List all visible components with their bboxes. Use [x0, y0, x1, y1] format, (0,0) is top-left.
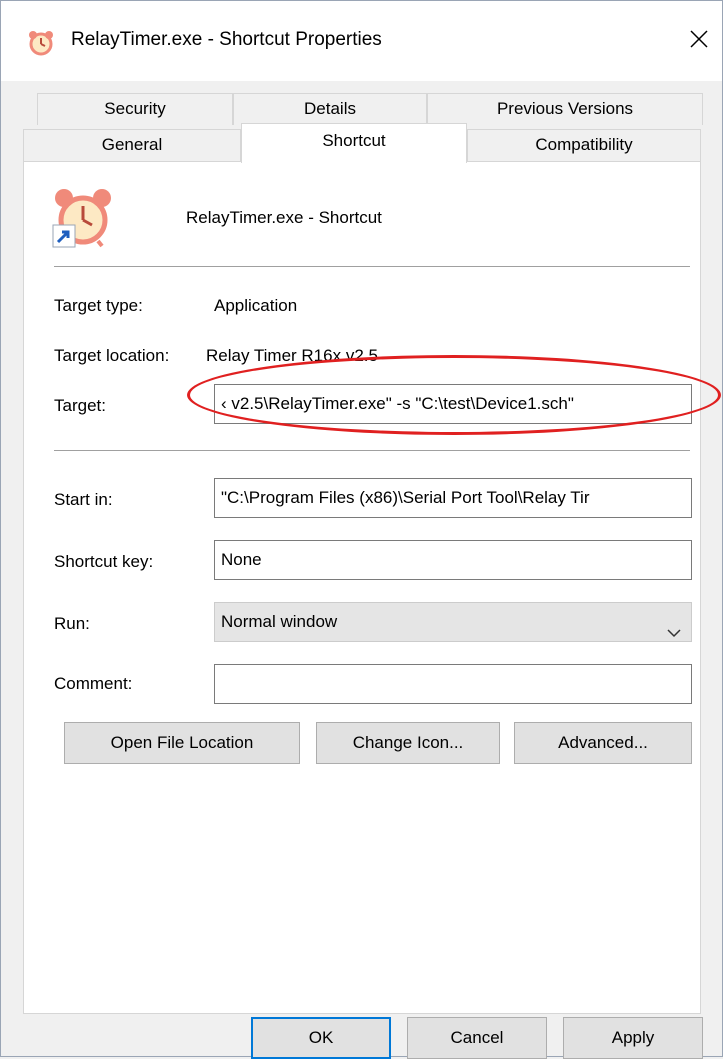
- cancel-button[interactable]: Cancel: [407, 1017, 547, 1059]
- separator: [54, 266, 690, 267]
- close-button[interactable]: [681, 23, 717, 59]
- run-select[interactable]: Normal window: [214, 602, 692, 642]
- shortcut-key-input[interactable]: None: [214, 540, 692, 580]
- run-select-value: Normal window: [221, 612, 338, 631]
- advanced-button[interactable]: Advanced...: [514, 722, 692, 764]
- comment-input[interactable]: [214, 664, 692, 704]
- chevron-down-icon: [667, 616, 681, 638]
- run-label: Run:: [54, 614, 90, 633]
- comment-label: Comment:: [54, 674, 133, 693]
- target-input[interactable]: ‹ v2.5\RelayTimer.exe" -s "C:\test\Devic…: [214, 384, 692, 424]
- tab-security[interactable]: Security: [37, 93, 233, 125]
- tab-shortcut[interactable]: Shortcut: [241, 123, 467, 163]
- tab-general[interactable]: General: [23, 129, 241, 161]
- target-type-value: Application: [214, 296, 298, 315]
- close-icon: [689, 29, 709, 54]
- tab-compatibility[interactable]: Compatibility: [467, 129, 701, 161]
- ok-button[interactable]: OK: [251, 1017, 391, 1059]
- shortcut-name: RelayTimer.exe - Shortcut: [186, 208, 382, 227]
- open-file-location-button[interactable]: Open File Location: [64, 722, 300, 764]
- target-type-label: Target type:: [54, 296, 143, 315]
- shortcut-tab-panel: RelayTimer.exe - Shortcut Target type: A…: [23, 161, 701, 1014]
- start-in-label: Start in:: [54, 490, 113, 509]
- separator: [54, 450, 690, 451]
- alarm-clock-icon: [27, 29, 55, 57]
- shortcut-arrow-icon: [52, 224, 76, 248]
- target-location-label: Target location:: [54, 346, 170, 365]
- apply-button[interactable]: Apply: [563, 1017, 703, 1059]
- title-bar: RelayTimer.exe - Shortcut Properties: [1, 1, 722, 81]
- target-location-value: Relay Timer R16x v2.5: [206, 346, 378, 365]
- tab-details[interactable]: Details: [233, 93, 427, 125]
- target-label: Target:: [54, 396, 106, 415]
- tab-previous-versions[interactable]: Previous Versions: [427, 93, 703, 125]
- window-title: RelayTimer.exe - Shortcut Properties: [71, 29, 382, 50]
- shortcut-key-label: Shortcut key:: [54, 552, 154, 571]
- start-in-input[interactable]: "C:\Program Files (x86)\Serial Port Tool…: [214, 478, 692, 518]
- properties-dialog: RelayTimer.exe - Shortcut Properties Sec…: [0, 0, 723, 1059]
- change-icon-button[interactable]: Change Icon...: [316, 722, 500, 764]
